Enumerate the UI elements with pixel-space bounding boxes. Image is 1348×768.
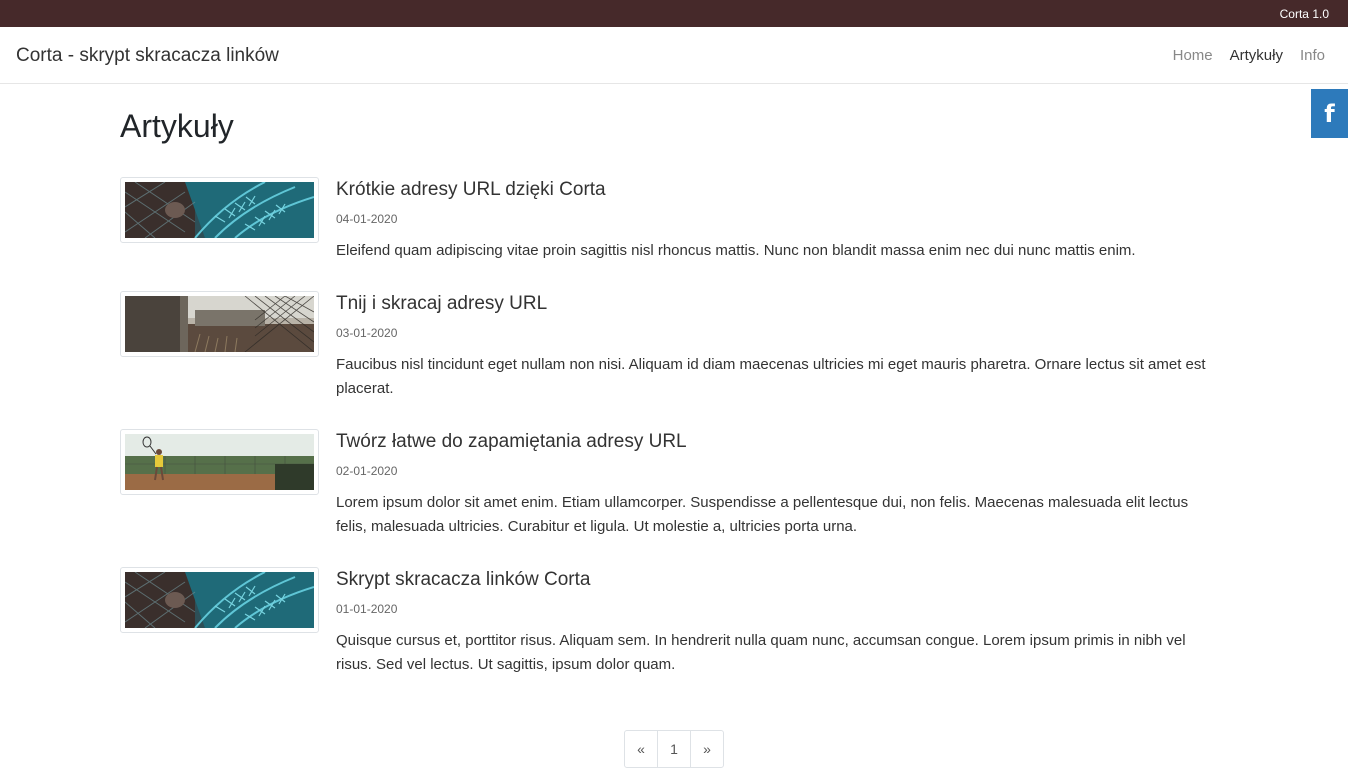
facebook-share-button[interactable]: f — [1311, 89, 1348, 138]
nav-home[interactable]: Home — [1173, 47, 1213, 64]
pagination-next-button[interactable]: » — [690, 730, 724, 768]
nav-articles[interactable]: Artykuły — [1230, 47, 1283, 64]
app-version: Corta 1.0 — [1279, 7, 1329, 21]
tennis-court-photo — [125, 434, 314, 490]
article-item: Krótkie adresy URL dzięki Corta 04-01-20… — [120, 177, 1220, 297]
article-excerpt: Lorem ipsum dolor sit amet enim. Etiam u… — [336, 494, 1189, 535]
pagination-page-1[interactable]: 1 — [657, 730, 691, 768]
fern-fence-photo — [125, 572, 314, 628]
article-excerpt: Quisque cursus et, porttitor risus. Aliq… — [336, 632, 1186, 673]
article-item: Twórz łatwe do zapamiętania adresy URL 0… — [120, 429, 1220, 549]
article-excerpt: Faucibus nisl tincidunt eget nullam non … — [336, 356, 1206, 397]
article-title[interactable]: Twórz łatwe do zapamiętania adresy URL — [336, 431, 687, 453]
main-nav: Home Artykuły Info — [1156, 47, 1325, 64]
article-date: 01-01-2020 — [336, 602, 398, 616]
pagination-prev-button[interactable]: « — [624, 730, 658, 768]
article-title[interactable]: Tnij i skracaj adresy URL — [336, 293, 547, 315]
article-thumbnail[interactable] — [120, 429, 319, 495]
brand-link[interactable]: Corta - skrypt skracacza linków — [16, 45, 279, 67]
fence-street-photo — [125, 296, 314, 352]
fern-fence-photo — [125, 182, 314, 238]
navbar: Corta - skrypt skracacza linków Home Art… — [0, 27, 1348, 84]
article-title[interactable]: Skrypt skracacza linków Corta — [336, 569, 590, 591]
article-date: 03-01-2020 — [336, 326, 398, 340]
article-date: 04-01-2020 — [336, 212, 398, 226]
nav-info[interactable]: Info — [1300, 47, 1325, 64]
page-title: Artykuły — [120, 108, 234, 144]
article-thumbnail[interactable] — [120, 567, 319, 633]
article-thumbnail[interactable] — [120, 291, 319, 357]
article-date: 02-01-2020 — [336, 464, 398, 478]
pagination: « 1 » — [624, 730, 724, 768]
article-title[interactable]: Krótkie adresy URL dzięki Corta — [336, 179, 606, 201]
article-item: Skrypt skracacza linków Corta 01-01-2020… — [120, 567, 1220, 687]
top-bar: Corta 1.0 — [0, 0, 1348, 27]
article-excerpt: Eleifend quam adipiscing vitae proin sag… — [336, 242, 1136, 259]
article-thumbnail[interactable] — [120, 177, 319, 243]
facebook-icon: f — [1324, 99, 1335, 128]
article-item: Tnij i skracaj adresy URL 03-01-2020 Fau… — [120, 291, 1220, 411]
